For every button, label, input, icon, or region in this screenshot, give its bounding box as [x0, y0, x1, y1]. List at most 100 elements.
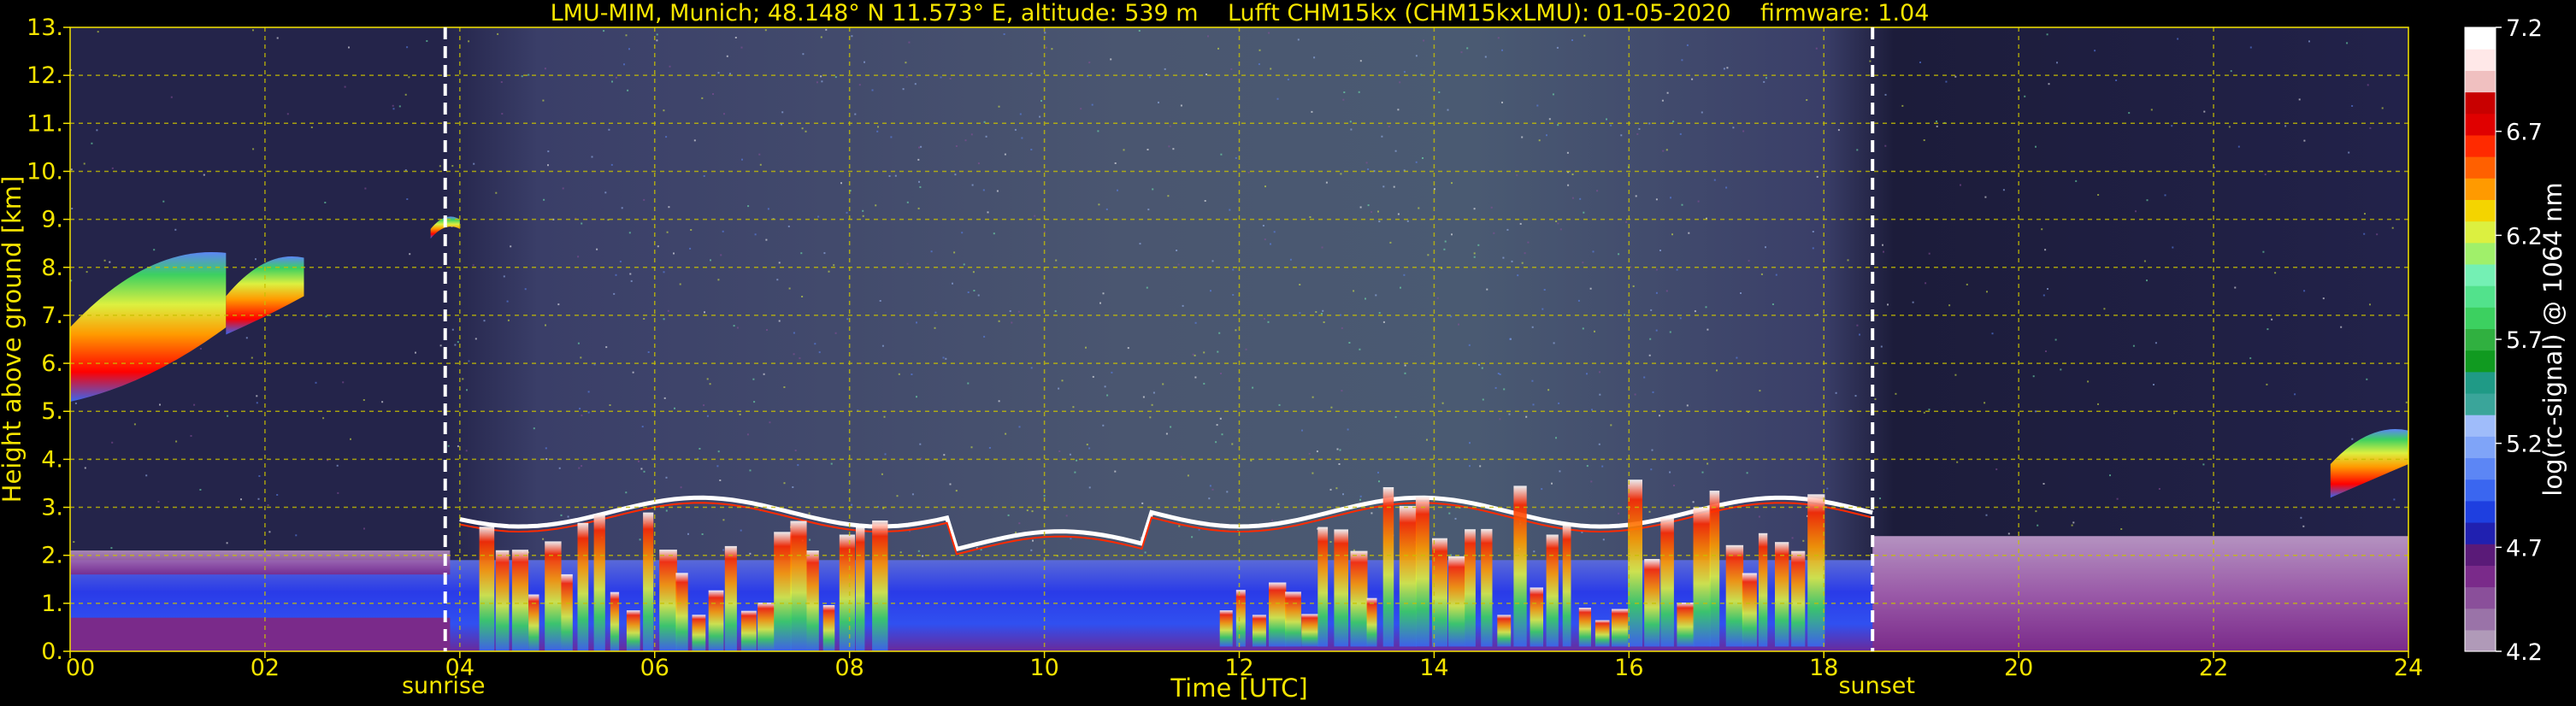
y-tick-label: 5.: [41, 398, 63, 425]
convective-cloud: [1219, 610, 1233, 647]
convective-cloud: [1791, 550, 1806, 647]
convective-cloud: [1497, 615, 1512, 647]
convective-cloud: [1252, 615, 1266, 647]
y-tick-label: 8.: [41, 255, 63, 281]
x-tick-label: 06: [640, 655, 669, 681]
convective-cloud: [1677, 603, 1695, 647]
colorbar-segment: [2465, 178, 2496, 200]
marker-sunset-label: sunset: [1838, 673, 1915, 699]
convective-cloud: [577, 522, 589, 651]
colorbar-segment: [2465, 565, 2496, 588]
convective-cloud: [1775, 542, 1789, 647]
convective-cloud: [692, 615, 706, 651]
convective-cloud: [1595, 620, 1610, 647]
colorbar-segment: [2465, 629, 2496, 652]
convective-cloud: [872, 521, 888, 651]
y-tick-label: 6.: [41, 350, 63, 377]
colorbar-segment: [2465, 586, 2496, 609]
colorbar-tick-label: 4.2: [2506, 639, 2543, 666]
convective-cloud: [1709, 491, 1720, 647]
convective-cloud: [1399, 505, 1417, 647]
x-tick-label: 14: [1419, 655, 1448, 681]
convective-cloud: [561, 574, 573, 651]
colorbar-segment: [2465, 70, 2496, 93]
colorbar-segment: [2465, 521, 2496, 544]
convective-cloud: [495, 550, 510, 651]
convective-cloud: [1742, 573, 1757, 647]
colorbar-segment: [2465, 134, 2496, 157]
convective-cloud: [1481, 528, 1493, 647]
convective-cloud: [1612, 609, 1629, 647]
x-tick-label: 00: [66, 655, 95, 681]
convective-cloud: [593, 514, 605, 651]
convective-cloud: [1415, 496, 1429, 647]
colorbar: [2464, 26, 2496, 652]
colorbar-tick-label: 6.2: [2506, 223, 2543, 250]
colorbar-segment: [2465, 608, 2496, 631]
convective-cloud: [1628, 479, 1642, 647]
colorbar-ticks: 7.2 6.7 6.2 5.7 5.2 4.7 4.2: [2496, 15, 2543, 666]
x-tick-label: 10: [1029, 655, 1058, 681]
convective-cloud: [1530, 587, 1543, 647]
convective-cloud: [1758, 532, 1768, 647]
colorbar-segment: [2465, 242, 2496, 265]
convective-cloud: [643, 512, 654, 651]
colorbar-tick-label: 5.7: [2506, 327, 2543, 354]
convective-cloud: [545, 541, 562, 651]
convective-cloud: [822, 605, 835, 651]
convective-cloud: [1235, 590, 1246, 647]
convective-cloud: [1317, 527, 1329, 647]
y-tick-label: 12.: [27, 62, 63, 89]
residual-layer-morning: [70, 550, 451, 575]
y-axis-label: Height above ground [km]: [0, 176, 27, 503]
colorbar-segment: [2465, 199, 2496, 222]
convective-cloud: [610, 591, 620, 651]
colorbar-segment: [2465, 156, 2496, 179]
y-tick-label: 4.: [41, 446, 63, 473]
x-tick-label: 20: [2004, 655, 2033, 681]
y-tick-label: 11.: [27, 110, 63, 137]
x-tick-label: 02: [251, 655, 280, 681]
colorbar-label: log(rc-signal) @ 1064 nm: [2538, 182, 2567, 496]
x-tick-label: 08: [834, 655, 864, 681]
convective-cloud: [708, 590, 724, 651]
convective-cloud: [790, 521, 807, 651]
convective-cloud: [856, 527, 865, 651]
convective-cloud: [1513, 485, 1527, 647]
colorbar-tick-label: 7.2: [2506, 15, 2543, 42]
x-axis-label: Time [UTC]: [1170, 674, 1307, 703]
convective-cloud: [1382, 487, 1394, 647]
surface-layer: [70, 617, 451, 651]
convective-cloud: [1807, 494, 1825, 647]
y-tick-label: 1.: [41, 591, 63, 617]
y-axis-ticks: 0. 1. 2. 3. 4. 5. 6. 7. 8. 9. 10. 11. 12. 13.: [27, 15, 70, 665]
colorbar-segment: [2465, 307, 2496, 330]
chart-title: LMU-MIM, Munich; 48.148° N 11.573° E, al…: [551, 0, 1930, 26]
convective-cloud: [774, 532, 792, 651]
residual-layer-evening: [1872, 536, 2408, 651]
colorbar-segment: [2465, 457, 2496, 480]
convective-cloud: [1334, 529, 1348, 647]
x-tick-label: 24: [2394, 655, 2423, 681]
colorbar-segment: [2465, 392, 2496, 415]
convective-cloud: [626, 610, 640, 651]
colorbar-segment: [2465, 27, 2496, 50]
ceilometer-chart: LMU-MIM, Munich; 48.148° N 11.573° E, al…: [0, 0, 2567, 703]
x-tick-label: 04: [445, 655, 475, 681]
convective-cloud: [839, 534, 856, 651]
colorbar-segment: [2465, 415, 2496, 437]
colorbar-segment: [2465, 436, 2496, 459]
colorbar-segment: [2465, 221, 2496, 244]
colorbar-segment: [2465, 263, 2496, 286]
x-tick-label: 22: [2199, 655, 2228, 681]
x-tick-label: 18: [1809, 655, 1838, 681]
colorbar-segment: [2465, 91, 2496, 115]
y-tick-label: 7.: [41, 303, 63, 329]
x-tick-label: 16: [1614, 655, 1643, 681]
convective-cloud: [724, 545, 737, 651]
colorbar-segment: [2465, 371, 2496, 394]
convective-cloud: [1269, 582, 1287, 647]
convective-cloud: [806, 550, 819, 651]
convective-cloud: [1546, 534, 1559, 647]
convective-cloud: [479, 527, 495, 651]
